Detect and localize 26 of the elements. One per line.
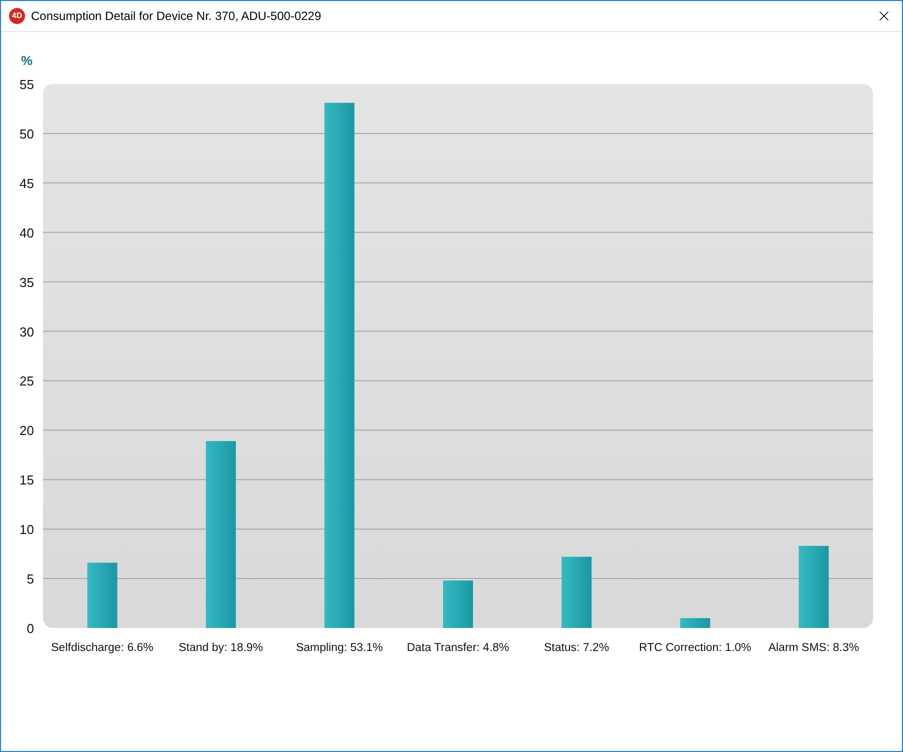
axis-tick-label: 15 [20,472,34,488]
axis-tick-label: 20 [20,423,34,438]
axis-tick-label: 10 [20,522,34,538]
app-logo: 4D [9,8,25,24]
axis-tick-label: 40 [20,225,34,240]
chart-bar [87,562,118,628]
axis-tick-label: 0 [26,621,34,636]
axis-tick-label: 30 [20,324,34,340]
category-label: Selfdischarge: 6.6% [51,642,154,654]
axis-tick-label: 25 [20,374,34,389]
window-title: Consumption Detail for Device Nr. 370, ADU-500-0229 [31,8,322,25]
y-axis-unit: % [21,53,33,68]
category-label: Stand by: 18.9% [178,642,264,654]
category-label: Data Transfer: 4.8% [406,642,510,654]
chart-bar [680,618,710,628]
axis-tick-label: 5 [26,572,34,587]
category-label: Sampling: 53.1% [296,642,383,654]
chart-bar [443,580,473,628]
axis-tick-label: 35 [20,274,34,290]
category-label: Alarm SMS: 8.3% [768,642,860,654]
chart-bar [562,556,592,628]
axis-tick-label: 55 [20,77,34,92]
category-label: Status: 7.2% [544,642,610,654]
category-label: RTC Correction: 1.0% [639,642,752,654]
axis-tick-label: 50 [20,126,34,142]
axis-tick-label: 45 [20,176,34,191]
